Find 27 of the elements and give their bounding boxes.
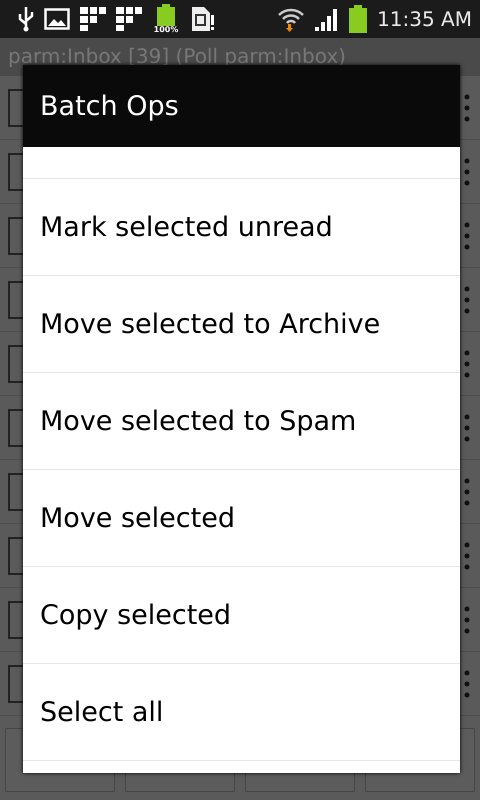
dialog-title: Batch Ops bbox=[40, 90, 179, 122]
grid-icon bbox=[80, 7, 106, 31]
menu-item[interactable]: Move selected to Archive bbox=[23, 276, 460, 373]
overflow-menu-icon[interactable] bbox=[464, 540, 470, 570]
overflow-menu-icon[interactable] bbox=[464, 604, 470, 634]
signal-icon bbox=[315, 7, 340, 31]
overflow-menu-icon[interactable] bbox=[464, 348, 470, 378]
sd-card-icon bbox=[190, 5, 214, 33]
menu-item[interactable]: Move selected bbox=[23, 470, 460, 567]
usb-icon bbox=[18, 6, 34, 32]
battery-full-notification: 100% bbox=[152, 4, 180, 34]
menu-item[interactable]: Select all bbox=[23, 664, 460, 761]
wifi-icon bbox=[277, 6, 306, 32]
overflow-menu-icon[interactable] bbox=[464, 412, 470, 442]
image-icon bbox=[44, 8, 70, 30]
overflow-menu-icon[interactable] bbox=[464, 476, 470, 506]
overflow-menu-icon[interactable] bbox=[464, 220, 470, 250]
menu-item[interactable]: Copy selected bbox=[23, 567, 460, 664]
grid-icon bbox=[116, 7, 142, 31]
overflow-menu-icon[interactable] bbox=[464, 284, 470, 314]
clock: 11:35 AM bbox=[377, 7, 472, 31]
menu-item[interactable]: Move selected to Spam bbox=[23, 373, 460, 470]
overflow-menu-icon[interactable] bbox=[464, 668, 470, 698]
overflow-menu-icon[interactable] bbox=[464, 156, 470, 186]
menu-item[interactable]: Mark selected unread bbox=[23, 179, 460, 276]
battery-icon bbox=[349, 5, 368, 33]
overflow-menu-icon[interactable] bbox=[464, 92, 470, 122]
